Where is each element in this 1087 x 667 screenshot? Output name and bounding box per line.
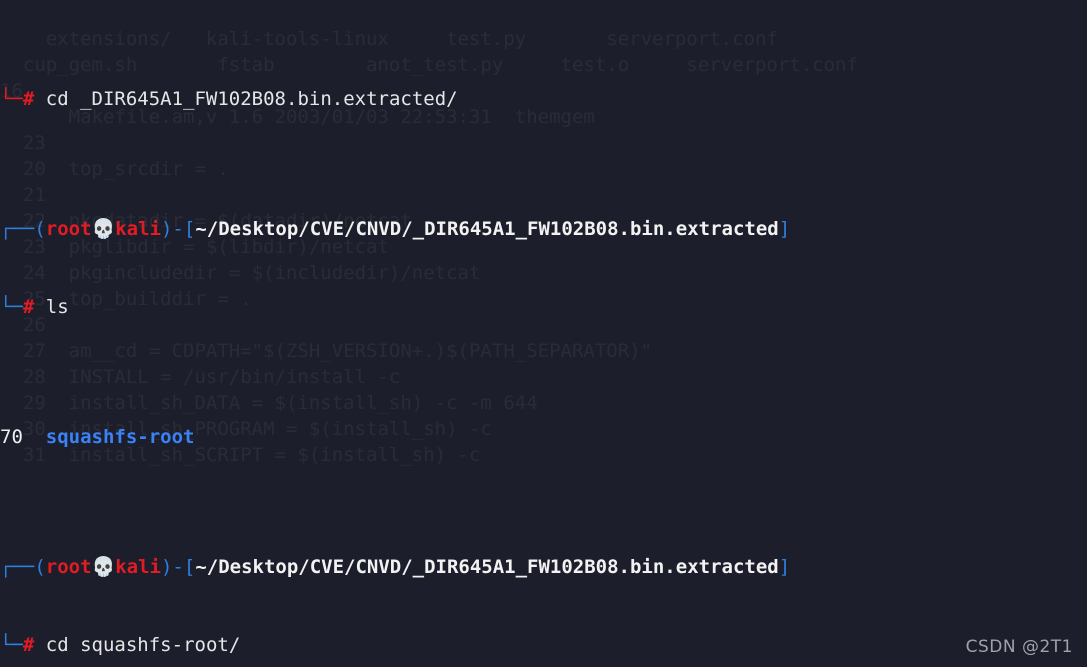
terminal-screen[interactable]: └─# cd _DIR645A1_FW102B08.bin.extracted/… [0, 0, 1087, 667]
command-cd-squashfs[interactable]: cd squashfs-root/ [46, 634, 240, 656]
prompt-user-2: root [45, 556, 92, 578]
skull-icon: 💀 [91, 218, 116, 240]
prompt-box-top-icon: ┌── [0, 556, 35, 578]
scrollback-line-number: 70 [0, 426, 23, 448]
prompt-user-1: root [45, 218, 92, 240]
ls-first-output-line: 70 squashfs-root [0, 424, 1087, 450]
prompt-line-top-1: ┌──(root💀kali)-[~/Desktop/CVE/CNVD/_DIR6… [0, 218, 791, 240]
csdn-watermark: CSDN @2T1 [965, 637, 1073, 657]
prompt-path-1: ~/Desktop/CVE/CNVD/_DIR645A1_FW102B08.bi… [195, 218, 779, 240]
prompt-hash-icon: └─# [0, 88, 35, 110]
prompt-host-1: kali [115, 218, 161, 240]
prompt-line-cmd-1: └─# ls [0, 296, 69, 318]
ls-entry-squashfs-root: squashfs-root [45, 426, 195, 448]
command-ls-1[interactable]: ls [46, 296, 69, 318]
skull-icon: 💀 [91, 556, 116, 578]
prompt-line-cmd-2: └─# cd squashfs-root/ [0, 634, 241, 656]
prompt-box-bottom-icon: └─ [0, 634, 23, 656]
prompt-path-2: ~/Desktop/CVE/CNVD/_DIR645A1_FW102B08.bi… [195, 556, 779, 578]
prompt-box-top-icon: ┌── [0, 218, 35, 240]
scrollback-clipped-line: └─# cd _DIR645A1_FW102B08.bin.extracted/ [0, 86, 1087, 112]
prompt-box-bottom-icon: └─ [0, 296, 23, 318]
prompt-host-2: kali [115, 556, 161, 578]
terminal-window[interactable]: extensions/ kali-tools-linux test.py ser… [0, 0, 1087, 667]
prompt-line-top-2: ┌──(root💀kali)-[~/Desktop/CVE/CNVD/_DIR6… [0, 556, 791, 578]
clipped-command-text: cd _DIR645A1_FW102B08.bin.extracted/ [45, 88, 458, 110]
